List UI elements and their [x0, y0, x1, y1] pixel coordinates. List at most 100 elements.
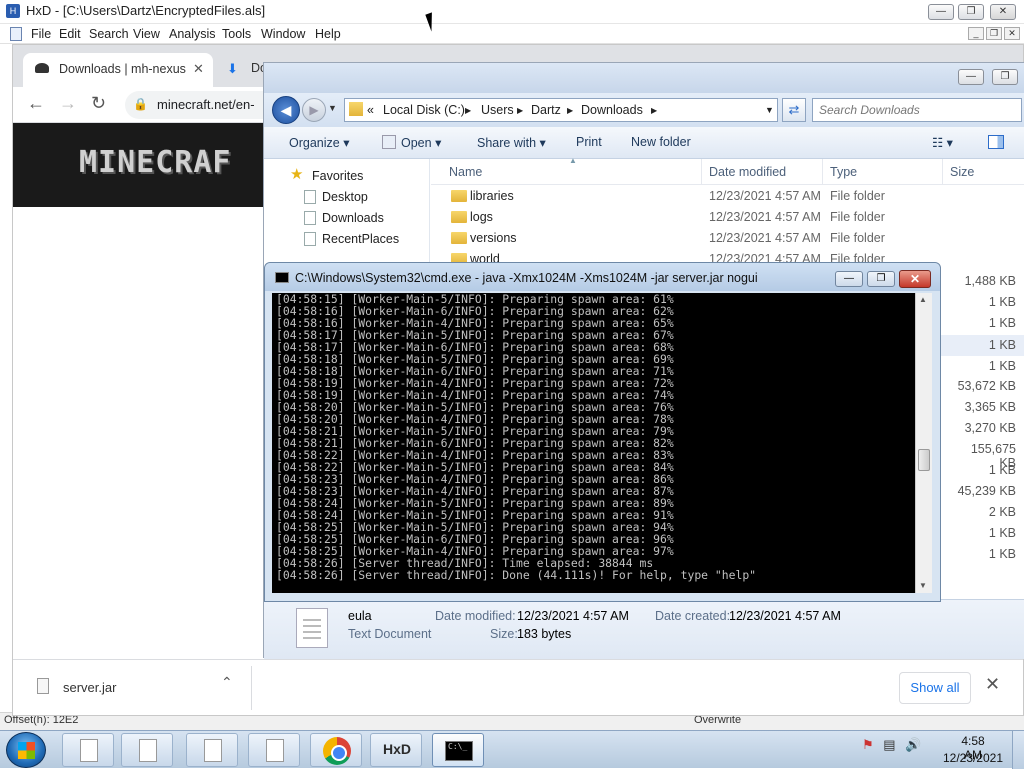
- menu-view[interactable]: View: [133, 27, 160, 41]
- search-input[interactable]: Search Downloads: [812, 98, 1022, 122]
- cmd-title-bar[interactable]: C:\Windows\System32\cmd.exe - java -Xmx1…: [265, 263, 940, 291]
- file-row[interactable]: libraries 12/23/2021 4:57 AM File folder: [431, 186, 1024, 207]
- column-date-modified[interactable]: Date modified: [709, 165, 786, 179]
- breadcrumb-users[interactable]: Users: [481, 103, 514, 117]
- network-icon[interactable]: ▤: [883, 737, 895, 752]
- details-created-label: Date created:: [655, 609, 731, 623]
- column-divider[interactable]: [701, 159, 702, 185]
- menu-file[interactable]: File: [31, 27, 51, 41]
- tab-downloads-2[interactable]: ⬇ Do: [227, 61, 267, 81]
- console-output[interactable]: [04:58:15] [Worker-Main-5/INFO]: Prepari…: [272, 293, 915, 593]
- taskbar-hxd[interactable]: HxD: [370, 733, 422, 767]
- explorer-address-area: ◀ ▶ ▼ « Local Disk (C:) ▶ Users ▶ Dartz …: [264, 93, 1024, 127]
- mdi-close-button[interactable]: ✕: [1004, 27, 1020, 40]
- explorer-address-bar[interactable]: « Local Disk (C:) ▶ Users ▶ Dartz ▶ Down…: [344, 98, 778, 122]
- back-arrow-icon[interactable]: ←: [27, 93, 45, 114]
- breadcrumb-downloads[interactable]: Downloads: [581, 103, 643, 117]
- menu-window[interactable]: Window: [261, 27, 305, 41]
- share-with-button[interactable]: Share with ▾: [477, 135, 546, 150]
- menu-search[interactable]: Search: [89, 27, 129, 41]
- breadcrumb-local-disk[interactable]: Local Disk (C:): [383, 103, 465, 117]
- taskbar-document-2[interactable]: [121, 733, 173, 767]
- menu-help[interactable]: Help: [315, 27, 341, 41]
- file-row[interactable]: versions 12/23/2021 4:57 AM File folder: [431, 228, 1024, 249]
- cmd-maximize-button[interactable]: ❐: [867, 271, 895, 287]
- column-type[interactable]: Type: [830, 165, 857, 179]
- show-all-button[interactable]: Show all: [899, 672, 971, 704]
- tab-close-icon[interactable]: ✕: [193, 61, 204, 77]
- show-desktop-button[interactable]: [1012, 731, 1024, 769]
- document-icon[interactable]: [10, 27, 22, 41]
- mdi-restore-button[interactable]: ❐: [986, 27, 1002, 40]
- folder-icon: [451, 232, 467, 244]
- taskbar-chrome[interactable]: [310, 733, 362, 767]
- explorer-minimize-button[interactable]: —: [958, 69, 984, 85]
- new-folder-button[interactable]: New folder: [631, 135, 691, 149]
- hxd-minimize-button[interactable]: —: [928, 4, 954, 20]
- menu-edit[interactable]: Edit: [59, 27, 81, 41]
- cmd-close-button[interactable]: ✕: [899, 270, 931, 288]
- view-options-icon[interactable]: ☷ ▾: [932, 135, 953, 150]
- column-size[interactable]: Size: [950, 165, 974, 179]
- nav-desktop[interactable]: Desktop: [322, 190, 368, 204]
- hxd-maximize-button[interactable]: ❐: [958, 4, 984, 20]
- start-button[interactable]: [6, 732, 46, 768]
- nav-downloads[interactable]: Downloads: [322, 211, 384, 225]
- mdi-minimize-button[interactable]: _: [968, 27, 984, 40]
- clock-date[interactable]: 12/23/2021: [940, 751, 1006, 765]
- taskbar-cmd[interactable]: C:\_: [432, 733, 484, 767]
- refresh-button[interactable]: ⇄: [782, 98, 806, 122]
- nav-favorites[interactable]: Favorites: [312, 169, 363, 183]
- breadcrumb-separator-icon[interactable]: ▶: [567, 106, 573, 115]
- back-button[interactable]: ◀: [272, 96, 300, 124]
- download-file-name[interactable]: server.jar: [63, 680, 116, 695]
- reload-icon[interactable]: ↻: [91, 93, 106, 114]
- menu-tools[interactable]: Tools: [222, 27, 251, 41]
- close-icon[interactable]: ✕: [985, 674, 1000, 695]
- column-name[interactable]: Name: [449, 165, 482, 179]
- breadcrumb-overflow[interactable]: «: [367, 103, 374, 117]
- scroll-thumb[interactable]: [918, 449, 930, 471]
- scroll-up-icon[interactable]: ▲: [919, 295, 927, 304]
- taskbar-document-3[interactable]: [186, 733, 238, 767]
- scroll-down-icon[interactable]: ▼: [919, 581, 927, 590]
- explorer-maximize-button[interactable]: ❐: [992, 69, 1018, 85]
- details-modified-value: 12/23/2021 4:57 AM: [517, 609, 629, 623]
- open-button[interactable]: Open ▾: [401, 135, 441, 150]
- breadcrumb-separator-icon[interactable]: ▶: [517, 106, 523, 115]
- minecraft-logo[interactable]: MINECRAF: [79, 145, 232, 180]
- tab-downloads-mh-nexus[interactable]: Downloads | mh-nexus ✕: [23, 53, 213, 87]
- system-tray: ⚑ ▤ 🔊: [862, 737, 921, 753]
- hxd-close-button[interactable]: ✕: [990, 4, 1016, 20]
- file-row[interactable]: logs 12/23/2021 4:57 AM File folder: [431, 207, 1024, 228]
- cmd-minimize-button[interactable]: —: [835, 271, 863, 287]
- explorer-title-bar[interactable]: — ❐: [264, 63, 1024, 93]
- print-button[interactable]: Print: [576, 135, 602, 149]
- nav-recent-places[interactable]: RecentPlaces: [322, 232, 399, 246]
- taskbar-document-4[interactable]: [248, 733, 300, 767]
- forward-arrow-icon[interactable]: →: [59, 93, 77, 114]
- windows-logo-icon: [18, 742, 35, 759]
- address-dropdown-icon[interactable]: ▼: [765, 105, 774, 115]
- action-center-flag-icon[interactable]: ⚑: [862, 737, 874, 752]
- address-url: minecraft.net/en-: [157, 97, 255, 112]
- breadcrumb-separator-icon[interactable]: ▶: [651, 106, 657, 115]
- column-divider[interactable]: [822, 159, 823, 185]
- preview-pane-icon[interactable]: [988, 135, 1004, 149]
- organize-button[interactable]: Organize ▾: [289, 135, 349, 150]
- taskbar-document-1[interactable]: [62, 733, 114, 767]
- file-list-header: ▲ Name Date modified Type Size: [431, 156, 1024, 185]
- forward-button[interactable]: ▶: [302, 98, 326, 122]
- volume-icon[interactable]: 🔊: [905, 737, 921, 752]
- file-name: versions: [470, 231, 517, 245]
- column-divider[interactable]: [942, 159, 943, 185]
- chevron-up-icon[interactable]: ⌃: [221, 674, 233, 691]
- breadcrumb-dartz[interactable]: Dartz: [531, 103, 561, 117]
- details-created-value: 12/23/2021 4:57 AM: [729, 609, 841, 623]
- console-scrollbar[interactable]: ▲ ▼: [915, 293, 932, 593]
- menu-analysis[interactable]: Analysis: [169, 27, 216, 41]
- breadcrumb-separator-icon[interactable]: ▶: [465, 106, 471, 115]
- file-size: 1 KB: [988, 359, 1016, 373]
- hxd-title-bar[interactable]: H HxD - [C:\Users\Dartz\EncryptedFiles.a…: [0, 0, 1024, 24]
- recent-pages-dropdown-icon[interactable]: ▼: [328, 103, 337, 113]
